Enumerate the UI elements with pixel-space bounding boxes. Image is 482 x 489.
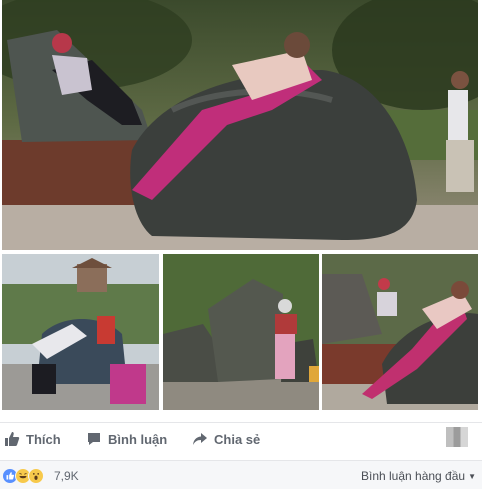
photo-image xyxy=(2,254,159,410)
reactions-bar: 7,9K Bình luận hàng đầu ▼ xyxy=(0,460,482,489)
comment-bubble-icon xyxy=(88,433,100,445)
share-button[interactable]: Chia sẻ xyxy=(192,429,260,449)
reaction-count[interactable]: 7,9K xyxy=(54,469,79,483)
post-photo-thumb-1[interactable] xyxy=(2,254,159,410)
post-action-bar: Thích Bình luận Chia sẻ xyxy=(0,422,482,455)
like-label: Thích xyxy=(26,431,61,447)
share-arrow-icon xyxy=(193,433,207,445)
photo-image xyxy=(163,254,319,410)
chevron-down-icon: ▼ xyxy=(468,471,476,481)
comment-sort-label: Bình luận hàng đầu xyxy=(360,469,466,483)
post-photo-main[interactable] xyxy=(2,0,478,250)
photo-image xyxy=(2,0,478,250)
post-photo-thumb-3[interactable] xyxy=(322,254,478,410)
comment-button[interactable]: Bình luận xyxy=(86,429,167,449)
share-label: Chia sẻ xyxy=(214,431,261,447)
reaction-icons[interactable] xyxy=(2,468,44,484)
like-button[interactable]: Thích xyxy=(4,429,61,449)
thumbs-up-icon xyxy=(5,432,20,446)
wow-reaction-icon xyxy=(28,468,44,484)
comment-sort-select[interactable]: Bình luận hàng đầu ▼ xyxy=(361,469,476,483)
photo-image xyxy=(322,254,478,410)
commenter-avatar[interactable] xyxy=(446,427,468,447)
comment-label: Bình luận xyxy=(108,431,168,447)
post-photo-thumb-2[interactable] xyxy=(163,254,319,410)
